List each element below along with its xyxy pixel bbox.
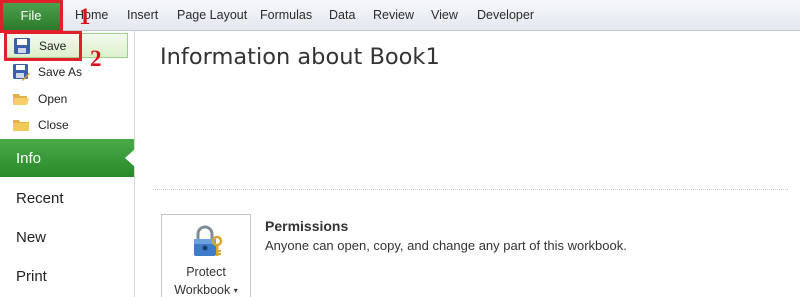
close-label: Close — [38, 117, 69, 132]
workbook-dropdown-label: Workbook ▾ — [174, 283, 238, 297]
protect-workbook-button[interactable]: Protect Workbook ▾ — [161, 214, 251, 297]
save-as-command[interactable]: Save As — [4, 59, 128, 84]
permissions-title: Permissions — [265, 218, 349, 234]
page-title: Information about Book1 — [160, 44, 440, 70]
tab-view[interactable]: View — [431, 8, 458, 22]
save-as-icon — [12, 63, 30, 81]
save-as-label: Save As — [38, 64, 83, 79]
ribbon-tab-bar: File Home Insert Page Layout Formulas Da… — [0, 0, 800, 31]
tab-data[interactable]: Data — [329, 8, 355, 22]
tab-review[interactable]: Review — [373, 8, 414, 22]
tab-formulas[interactable]: Formulas — [260, 8, 312, 22]
tab-developer[interactable]: Developer — [477, 8, 534, 22]
section-divider — [153, 189, 788, 190]
backstage-nav: Save Save As Open Close Info Recent New … — [0, 31, 135, 297]
nav-new[interactable]: New — [0, 218, 134, 256]
step-number-2: 2 — [90, 46, 102, 71]
protect-label: Protect — [186, 265, 226, 279]
close-folder-icon — [12, 116, 30, 134]
open-label: Open — [38, 91, 68, 106]
open-command[interactable]: Open — [4, 86, 128, 111]
file-tab-highlight — [0, 0, 63, 33]
tab-insert[interactable]: Insert — [127, 8, 158, 22]
step-number-1: 1 — [79, 4, 91, 29]
nav-recent[interactable]: Recent — [0, 179, 134, 217]
dropdown-arrow-icon: ▾ — [233, 286, 238, 296]
nav-print[interactable]: Print — [0, 257, 134, 295]
nav-info[interactable]: Info — [0, 139, 135, 177]
save-highlight — [4, 31, 82, 61]
close-command[interactable]: Close — [4, 112, 128, 137]
open-folder-icon — [12, 90, 30, 108]
lock-keys-icon — [190, 225, 224, 259]
permissions-description: Anyone can open, copy, and change any pa… — [265, 238, 627, 253]
tab-page-layout[interactable]: Page Layout — [177, 8, 247, 22]
